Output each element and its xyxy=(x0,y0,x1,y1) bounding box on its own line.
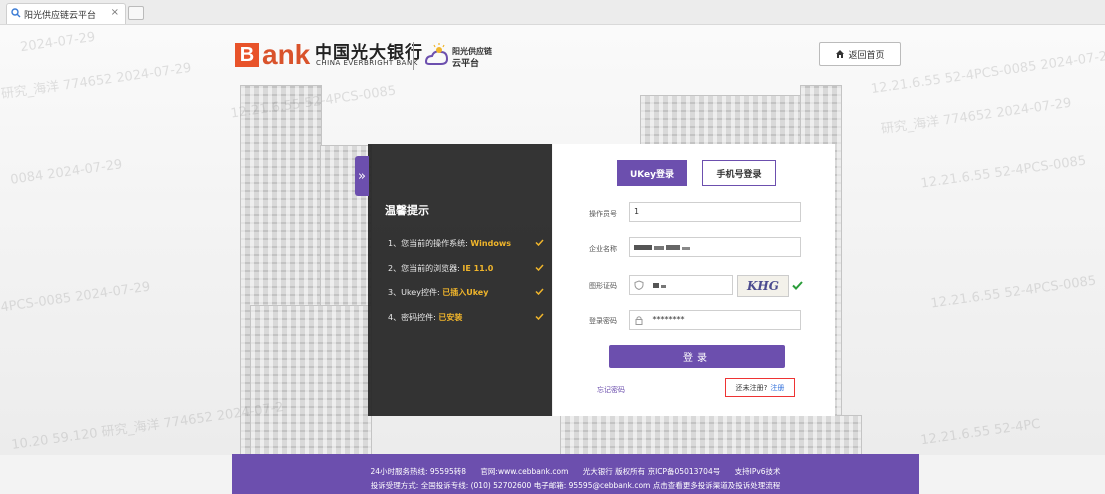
register-link[interactable]: 注册 xyxy=(770,383,784,393)
tips-panel xyxy=(368,144,552,416)
tab-close-icon[interactable]: × xyxy=(111,7,119,18)
watermark: 4PCS-0085 2024-07-29 xyxy=(0,279,152,316)
watermark: 12.21.6.55 52-4PCS-0085 xyxy=(919,153,1088,192)
home-button-label: 返回首页 xyxy=(848,50,885,61)
password-input[interactable]: ******** xyxy=(629,310,801,330)
tip-item-os: 1、您当前的操作系统: Windows xyxy=(388,238,511,249)
footer-hotline: 24小时服务热线: 95595转8 xyxy=(370,467,467,476)
tip-item-password-control: 4、密码控件: 已安装 xyxy=(388,312,462,323)
platform-name-line2: 云平台 xyxy=(452,59,480,69)
tip-label: 1、您当前的操作系统: xyxy=(388,239,468,248)
search-icon xyxy=(11,8,21,18)
lock-icon xyxy=(635,315,643,325)
login-button[interactable]: 登录 xyxy=(609,345,785,368)
watermark: 12.21.6.55 52-4PCS-0085 2024-07-29 xyxy=(870,47,1105,98)
tip-label: 3、Ukey控件: xyxy=(388,288,440,297)
bank-logo-text: ank xyxy=(262,39,311,70)
watermark: 0084 2024-07-29 xyxy=(9,157,124,188)
building-bottom xyxy=(560,415,862,455)
sun-cloud-icon xyxy=(424,43,449,65)
watermark: 12.21.6.55 52-4PCS-0085 xyxy=(929,273,1098,312)
tip-label: 2、您当前的浏览器: xyxy=(388,264,460,273)
captcha-image[interactable]: KHG xyxy=(737,275,789,297)
bank-name-en: CHINA EVERBRIGHT BANK xyxy=(316,59,418,67)
company-input[interactable] xyxy=(629,237,801,257)
footer-complaint[interactable]: 投诉受理方式: 全国投诉专线: (010) 52702600 电子邮箱: 955… xyxy=(232,480,919,491)
watermark: 研究_海洋 774652 2024-07-29 xyxy=(880,95,1073,138)
check-icon xyxy=(535,313,544,320)
new-tab-button[interactable] xyxy=(128,6,144,20)
not-registered-text: 还未注册? xyxy=(735,383,768,392)
captcha-label: 图形证码 xyxy=(589,282,617,290)
redacted-captcha-value xyxy=(652,282,666,288)
forgot-password-link[interactable]: 忘记密码 xyxy=(597,385,625,395)
operator-label: 操作员号 xyxy=(589,210,617,218)
check-icon xyxy=(792,281,803,290)
browser-tab[interactable]: 阳光供应链云平台 × xyxy=(6,3,126,24)
check-icon xyxy=(535,264,544,271)
browser-tab-bar: 阳光供应链云平台 × xyxy=(0,0,1105,25)
logo-divider xyxy=(413,42,414,70)
register-prompt: 还未注册? 注册 xyxy=(725,378,795,397)
footer-website[interactable]: 官网:www.cebbank.com xyxy=(480,467,568,476)
home-icon xyxy=(836,50,845,58)
watermark: 研究_海洋 774652 2024-07-29 xyxy=(0,60,193,103)
tab-ukey-login[interactable]: UKey登录 xyxy=(617,160,687,186)
operator-input[interactable]: 1 xyxy=(629,202,801,222)
tip-item-browser: 2、您当前的浏览器: IE 11.0 xyxy=(388,263,493,274)
password-label: 登录密码 xyxy=(589,317,617,325)
watermark: 12.21.6.55 52-4PC xyxy=(919,416,1042,449)
tab-phone-login[interactable]: 手机号登录 xyxy=(702,160,776,186)
home-button[interactable]: 返回首页 xyxy=(819,42,901,66)
check-icon xyxy=(535,288,544,295)
footer: 24小时服务热线: 95595转8 官网:www.cebbank.com 光大银… xyxy=(232,454,919,494)
tip-label: 4、密码控件: xyxy=(388,313,436,322)
redacted-company-value xyxy=(634,244,690,250)
watermark: 2024-07-29 xyxy=(19,29,97,56)
footer-line-1: 24小时服务热线: 95595转8 官网:www.cebbank.com 光大银… xyxy=(232,466,919,477)
captcha-input[interactable] xyxy=(629,275,733,295)
footer-ipv6: 支持IPv6技术 xyxy=(734,467,781,476)
browser-tab-title: 阳光供应链云平台 xyxy=(24,11,97,21)
tips-title: 温馨提示 xyxy=(385,204,429,217)
password-value: ******** xyxy=(652,315,685,324)
tip-value: 已插入Ukey xyxy=(442,288,489,297)
tip-value: Windows xyxy=(470,239,511,248)
tip-value: 已安装 xyxy=(438,313,463,322)
shield-icon xyxy=(634,279,644,290)
tip-value: IE 11.0 xyxy=(462,264,494,273)
company-label: 企业名称 xyxy=(589,245,617,253)
bank-logo-mark: B xyxy=(235,43,259,67)
tips-expand-button[interactable]: » xyxy=(355,156,369,196)
check-icon xyxy=(535,239,544,246)
footer-copyright: 光大银行 版权所有 京ICP备05013704号 xyxy=(582,467,721,476)
tip-item-ukey: 3、Ukey控件: 已插入Ukey xyxy=(388,287,488,298)
building-low-left xyxy=(250,305,372,455)
